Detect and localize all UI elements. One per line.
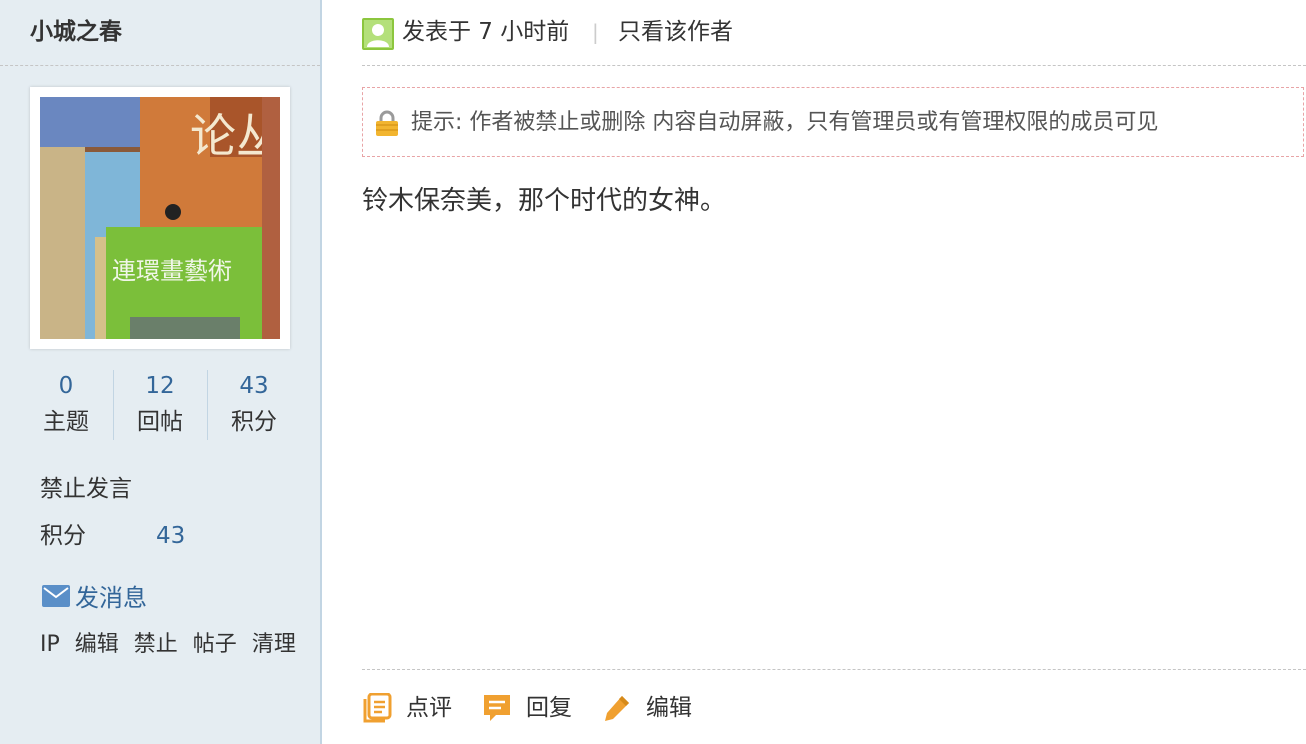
user-status[interactable]: 禁止发言 xyxy=(40,472,132,506)
post-divider-bottom xyxy=(362,669,1306,670)
stat-threads-value[interactable]: 0 xyxy=(20,368,112,404)
post-time: 发表于 7 小时前 xyxy=(402,19,570,45)
avatar-image: 论丛 連環畫藝術 xyxy=(40,97,280,339)
meta-separator: | xyxy=(592,20,599,44)
avatar-frame[interactable]: 论丛 連環畫藝術 xyxy=(30,87,290,349)
points-value: 43 xyxy=(156,523,186,549)
author-sidebar: 小城之春 论丛 連環畫藝術 0 主题 12 回帖 43 积分 禁止发言 积分 4… xyxy=(0,0,322,744)
admin-links: IP 编辑 禁止 帖子 清理 xyxy=(40,628,304,662)
stat-points[interactable]: 43 积分 xyxy=(208,368,300,440)
stat-points-label[interactable]: 积分 xyxy=(208,404,300,440)
admin-link-ban[interactable]: 禁止 xyxy=(134,632,178,657)
stat-replies[interactable]: 12 回帖 xyxy=(114,368,206,440)
post-divider-top xyxy=(362,65,1306,66)
edit-icon xyxy=(605,696,629,721)
notice-text: 提示: 作者被禁止或删除 内容自动屏蔽，只有管理员或有管理权限的成员可见 xyxy=(411,110,1159,135)
admin-link-edit[interactable]: 编辑 xyxy=(75,632,119,657)
reply-label[interactable]: 回复 xyxy=(526,690,572,726)
comment-icon xyxy=(363,693,392,723)
author-username[interactable]: 小城之春 xyxy=(30,14,122,50)
admin-link-clean[interactable]: 清理 xyxy=(252,632,296,657)
send-message-label[interactable]: 发消息 xyxy=(75,580,147,616)
post-content: 铃木保奈美，那个时代的女神。 xyxy=(362,186,727,216)
post-meta: 发表于 7 小时前 | 只看该作者 xyxy=(362,14,1306,50)
avatar[interactable]: 论丛 連環畫藝術 xyxy=(40,97,280,339)
comment-label[interactable]: 点评 xyxy=(406,690,452,726)
post-main: 发表于 7 小时前 | 只看该作者 提示: 作者被禁止或删除 内容自动屏蔽，只有… xyxy=(362,0,1306,744)
stat-replies-label[interactable]: 回帖 xyxy=(114,404,206,440)
points-label: 积分 xyxy=(40,523,86,549)
post-actions: 点评 回复 编辑 xyxy=(362,690,1306,726)
stat-threads-label[interactable]: 主题 xyxy=(20,404,112,440)
stat-points-value[interactable]: 43 xyxy=(208,368,300,404)
admin-link-ip[interactable]: IP xyxy=(40,632,60,657)
stat-replies-value[interactable]: 12 xyxy=(114,368,206,404)
envelope-icon xyxy=(42,585,70,607)
sidebar-divider xyxy=(0,65,320,66)
reply-icon xyxy=(484,695,510,721)
author-stats: 0 主题 12 回帖 43 积分 xyxy=(20,368,300,440)
lock-icon xyxy=(376,110,398,136)
edit-label[interactable]: 编辑 xyxy=(646,690,692,726)
user-online-icon xyxy=(362,18,394,50)
admin-link-posts[interactable]: 帖子 xyxy=(193,632,237,657)
author-only-link[interactable]: 只看该作者 xyxy=(618,14,733,50)
svg-text:連環畫藝術: 連環畫藝術 xyxy=(112,257,232,285)
stat-threads[interactable]: 0 主题 xyxy=(20,368,112,440)
post-notice: 提示: 作者被禁止或删除 内容自动屏蔽，只有管理员或有管理权限的成员可见 xyxy=(362,87,1304,157)
